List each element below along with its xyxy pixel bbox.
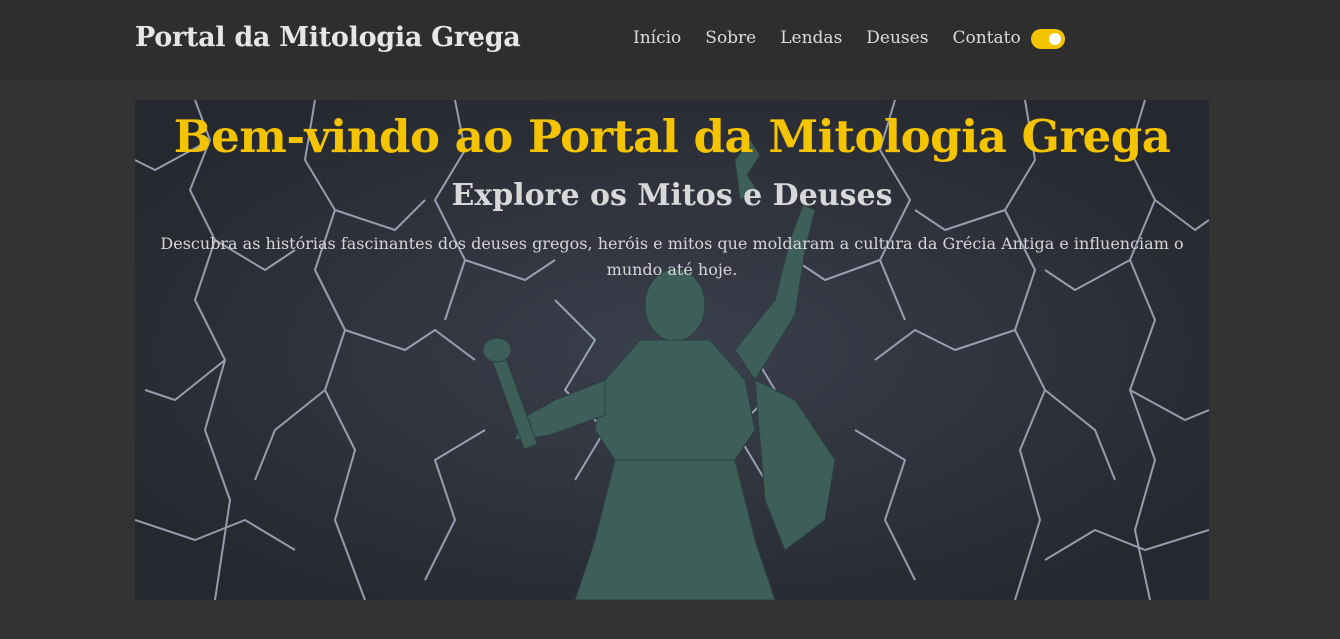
nav-link-inicio[interactable]: Início: [633, 28, 681, 48]
nav-link-deuses[interactable]: Deuses: [866, 28, 928, 48]
site-brand[interactable]: Portal da Mitologia Grega: [135, 22, 521, 53]
toggle-knob: [1049, 33, 1061, 45]
theme-toggle[interactable]: [1031, 29, 1065, 49]
hero-title: Bem-vindo ao Portal da Mitologia Grega: [173, 110, 1171, 163]
nav-menu: Início Sobre Lendas Deuses Contato: [633, 28, 1045, 48]
hero-description: Descubra as histórias fascinantes dos de…: [160, 234, 1184, 279]
hero-background-image: [135, 100, 1209, 600]
navbar: Portal da Mitologia Grega Início Sobre L…: [0, 0, 1340, 80]
nav-link-lendas[interactable]: Lendas: [780, 28, 842, 48]
nav-link-sobre[interactable]: Sobre: [705, 28, 756, 48]
hero-section: Bem-vindo ao Portal da Mitologia Grega E…: [135, 100, 1209, 600]
nav-link-contato[interactable]: Contato: [952, 28, 1020, 48]
hero-subtitle: Explore os Mitos e Deuses: [451, 178, 893, 213]
